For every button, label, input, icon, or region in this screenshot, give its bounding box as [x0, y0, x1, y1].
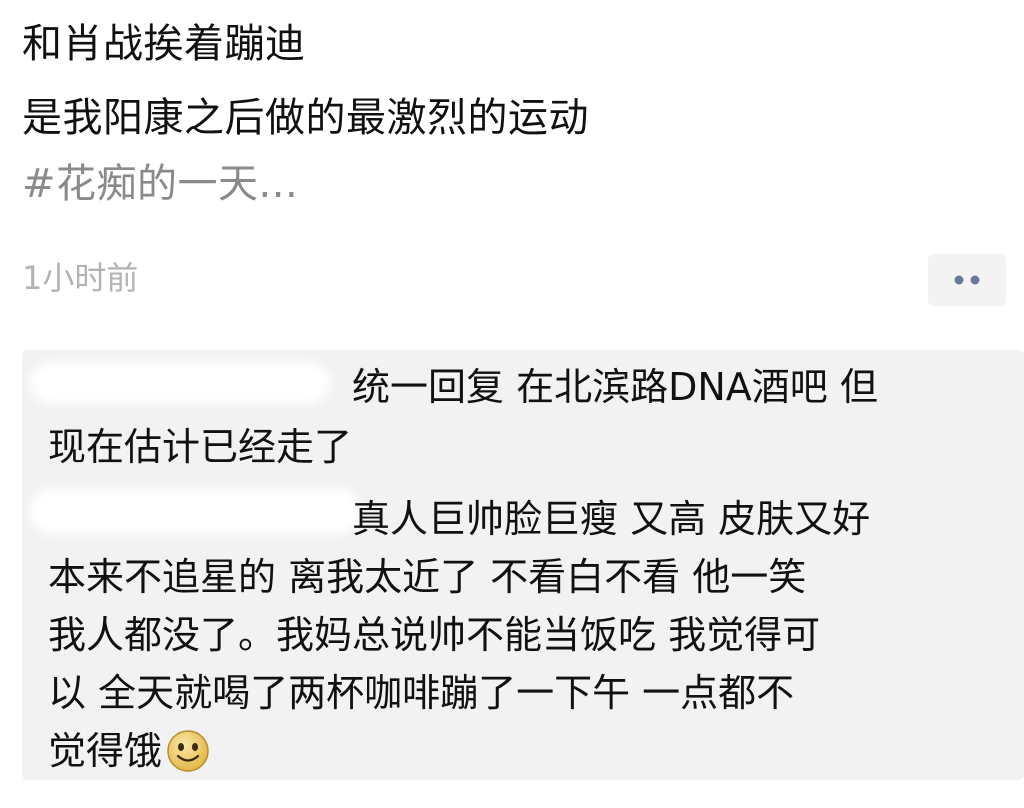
moment-post: 和肖战挨着蹦迪 是我阳康之后做的最激烈的运动 #花痴的一天... 1小时前 统一…	[0, 0, 1024, 808]
comment-text-line: 现在估计已经走了	[48, 425, 353, 469]
comment-text-line: 统一回复 在北滨路DNA酒吧 但	[352, 365, 878, 409]
more-dots-icon	[954, 275, 980, 285]
redacted-commenter-name	[30, 488, 360, 534]
post-timestamp: 1小时前	[22, 259, 139, 297]
more-options-button[interactable]	[928, 254, 1006, 306]
comment-text-line: 本来不追星的 离我太近了 不看白不看 他一笑	[48, 555, 807, 599]
post-text-line: 和肖战挨着蹦迪	[22, 21, 306, 67]
comment-text-line: 我人都没了。我妈总说帅不能当饭吃 我觉得可	[48, 613, 821, 657]
post-text-line: 是我阳康之后做的最激烈的运动	[22, 95, 589, 141]
comment-text-line: 觉得饿	[48, 729, 163, 773]
smiley-face-icon	[166, 729, 210, 773]
post-hashtag[interactable]: #花痴的一天...	[22, 164, 298, 204]
comments-panel: 统一回复 在北滨路DNA酒吧 但 现在估计已经走了 真人巨帅脸巨瘦 又高 皮肤又…	[22, 350, 1024, 780]
redacted-commenter-name	[30, 362, 330, 404]
comment-text-line: 以 全天就喝了两杯咖啡蹦了一下午 一点都不	[48, 671, 795, 715]
comment-last-line: 觉得饿	[48, 729, 210, 773]
comment-text-line: 真人巨帅脸巨瘦 又高 皮肤又好	[352, 497, 871, 541]
